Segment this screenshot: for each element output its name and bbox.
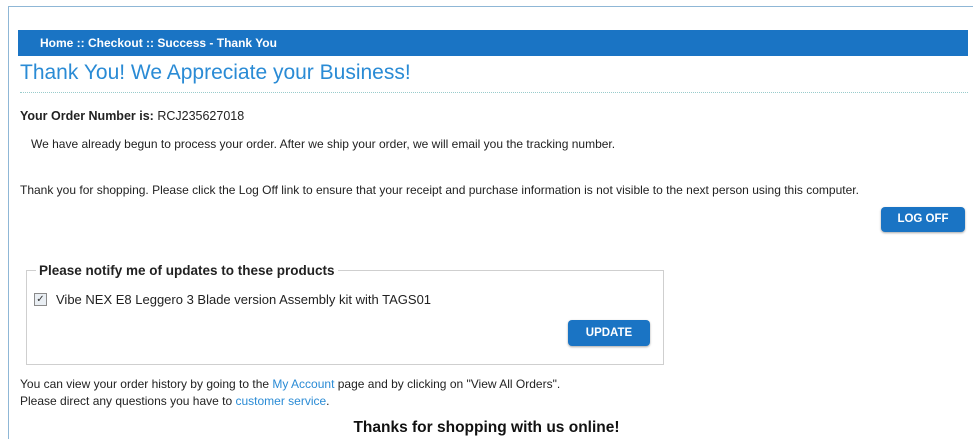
notify-legend: Please notify me of updates to these pro… [36,263,338,278]
notify-product-item: ✓ Vibe NEX E8 Leggero 3 Blade version As… [34,292,431,307]
customer-service-link[interactable]: customer service [235,394,326,408]
breadcrumb-home-link[interactable]: Home [40,36,73,50]
breadcrumb-separator: :: [73,36,89,50]
page-title: Thank You! We Appreciate your Business! [20,61,968,93]
notify-product-checkbox[interactable]: ✓ [34,293,47,306]
questions-text-pre: Please direct any questions you have to [20,394,236,408]
my-account-link[interactable]: My Account [272,377,334,391]
thanks-footer: Thanks for shopping with us online! [353,419,620,436]
breadcrumb-separator: :: [142,36,158,50]
logoff-message: Thank you for shopping. Please click the… [20,183,859,197]
notify-fieldset [26,270,664,365]
breadcrumb: Home :: Checkout :: Success - Thank You [18,30,968,56]
breadcrumb-checkout-link[interactable]: Checkout [88,36,143,50]
notify-product-label: Vibe NEX E8 Leggero 3 Blade version Asse… [56,292,432,307]
log-off-button[interactable]: LOG OFF [881,207,965,232]
order-number-value: RCJ235627018 [157,109,245,123]
order-number-line: Your Order Number is: RCJ235627018 [20,109,244,123]
update-button[interactable]: UPDATE [568,320,650,346]
history-text-post: page and by clicking on "View All Orders… [334,377,561,391]
breadcrumb-current: Success - Thank You [157,36,277,50]
processing-message: We have already begun to process your or… [31,137,616,151]
order-number-label: Your Order Number is: [20,109,154,123]
questions-text-post: . [326,394,330,408]
order-history-info: You can view your order history by going… [20,376,560,410]
history-text-pre: You can view your order history by going… [20,377,273,391]
